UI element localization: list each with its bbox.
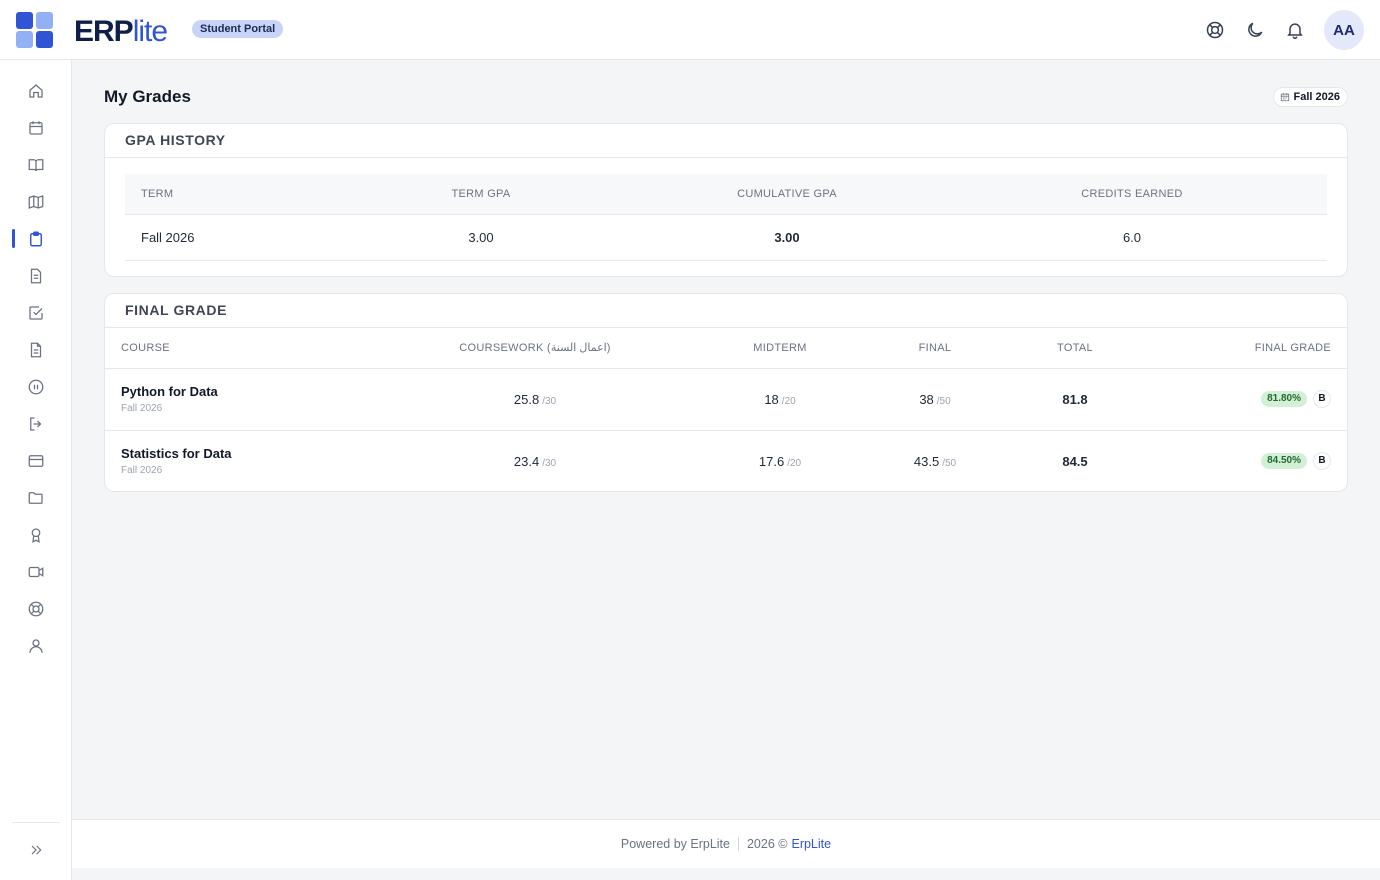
sidebar-item-documents[interactable] [0,257,72,294]
column-header-term-gpa: TERM GPA [325,174,637,215]
final-cell: 43.5/50 [913,453,957,469]
total-cell: 81.8 [975,368,1175,431]
final-grade-cell: 81.80% B [1175,368,1347,431]
logout-icon [30,416,42,431]
credit-card-icon [28,454,44,467]
sidebar-item-book[interactable] [0,146,72,183]
gpa-history-card: GPA HISTORY TERM TERM GPA CUMULATIVE GPA… [104,123,1348,277]
column-header-term: TERM [125,174,325,215]
map-icon [28,194,44,209]
sidebar-item-support[interactable] [0,590,72,627]
coursework-cell: 25.8/30 [405,368,665,431]
column-header-coursework: COURSEWORK (اعمال السنة) [405,328,665,369]
course-cell: Statistics for Data Fall 2026 [105,430,405,492]
sidebar-item-pause[interactable] [0,368,72,405]
file-text-icon [30,342,42,357]
sidebar-item-folder[interactable] [0,479,72,516]
sidebar-item-logout[interactable] [0,405,72,442]
lifebuoy-icon [28,601,44,616]
column-header-final: FINAL [895,328,975,369]
letter-grade-badge: B [1313,390,1331,408]
table-row: Python for Data Fall 2026 25.8/30 18/20 … [105,368,1347,431]
table-row: Fall 2026 3.00 3.00 6.0 [125,214,1327,261]
course-cell: Python for Data Fall 2026 [105,368,405,431]
user-avatar[interactable]: AA [1324,10,1364,50]
course-term: Fall 2026 [121,403,163,414]
calendar-icon [1280,93,1289,102]
total-cell: 84.5 [1062,453,1088,469]
course-name: Statistics for Data [121,446,232,462]
book-icon [28,158,44,171]
sidebar-item-payments[interactable] [0,442,72,479]
double-chevron-right-icon [31,845,42,855]
sidebar-divider [12,822,60,823]
home-icon [29,83,43,98]
copyright-text: 2026 © [746,837,788,851]
credits-earned-cell: 6.0 [937,214,1327,261]
cumulative-gpa-cell: 3.00 [637,214,937,261]
column-header-cumulative-gpa: CUMULATIVE GPA [637,174,937,215]
gpa-history-title: GPA HISTORY [105,124,1347,158]
document-icon [30,268,42,283]
column-header-credits-earned: CREDITS EARNED [937,174,1327,215]
footer-separator [737,837,739,851]
final-grade-card: FINAL GRADE COURSE COURSEWORK (اعمال الس… [104,293,1348,492]
column-header-final-grade: FINAL GRADE [1175,328,1347,369]
midterm-cell: 18/20 [665,368,895,431]
bell-icon[interactable] [1284,19,1306,41]
final-grade-table: COURSE COURSEWORK (اعمال السنة) MIDTERM … [105,328,1347,492]
sidebar-item-map[interactable] [0,183,72,220]
final-grade-cell: 84.50% B [1175,430,1347,492]
sidebar-expand-button[interactable] [24,838,48,862]
percent-badge: 84.50% [1261,453,1307,470]
column-header-total: TOTAL [975,328,1175,369]
folder-icon [28,491,43,504]
sidebar [0,60,72,880]
checkbox-icon [29,305,43,320]
gpa-history-table: TERM TERM GPA CUMULATIVE GPA CREDITS EAR… [125,174,1327,261]
page-title: My Grades [104,87,191,106]
video-icon [28,566,44,577]
erplite-link[interactable]: ErpLite [791,837,831,851]
sidebar-item-home[interactable] [0,72,72,109]
moon-icon[interactable] [1244,19,1266,41]
sidebar-item-awards[interactable] [0,516,72,553]
sidebar-item-tasks[interactable] [0,294,72,331]
sidebar-item-profile[interactable] [0,627,72,664]
logo-icon [16,12,53,48]
column-header-course: COURSE [105,328,405,369]
term-gpa-cell: 3.00 [325,214,637,261]
sidebar-item-calendar[interactable] [0,109,72,146]
coursework-cell: 23.4/30 [513,453,557,469]
course-term: Fall 2026 [121,465,163,477]
course-name: Python for Data [121,384,218,399]
table-row: Statistics for Data Fall 2026 23.4/30 17… [105,430,1347,492]
award-icon [31,527,41,543]
term-selector[interactable]: Fall 2026 [1272,87,1348,107]
sidebar-item-files[interactable] [0,331,72,368]
user-icon [29,638,43,653]
percent-badge: 81.80% [1261,391,1307,407]
midterm-cell: 17.6/20 [758,453,802,469]
pause-circle-icon [28,379,44,394]
footer: Powered by ErpLite 2026 © ErpLite [72,819,1380,868]
header-actions: AA [1204,10,1364,50]
final-grade-title: FINAL GRADE [105,294,1347,328]
brand-logo-text[interactable]: ERPlite [74,14,168,50]
sidebar-item-video[interactable] [0,553,72,590]
column-header-midterm: MIDTERM [665,328,895,369]
calendar-icon [29,120,43,135]
term-cell: Fall 2026 [125,214,325,261]
letter-grade-badge: B [1313,452,1331,471]
final-cell: 38/50 [895,368,975,431]
help-icon[interactable] [1204,19,1226,41]
powered-by-text: Powered by ErpLite [620,837,730,851]
portal-badge: Student Portal [192,20,284,38]
sidebar-item-grades[interactable] [0,220,72,257]
top-header: ERPlite Student Portal AA [0,0,1380,60]
clipboard-icon [30,231,42,246]
